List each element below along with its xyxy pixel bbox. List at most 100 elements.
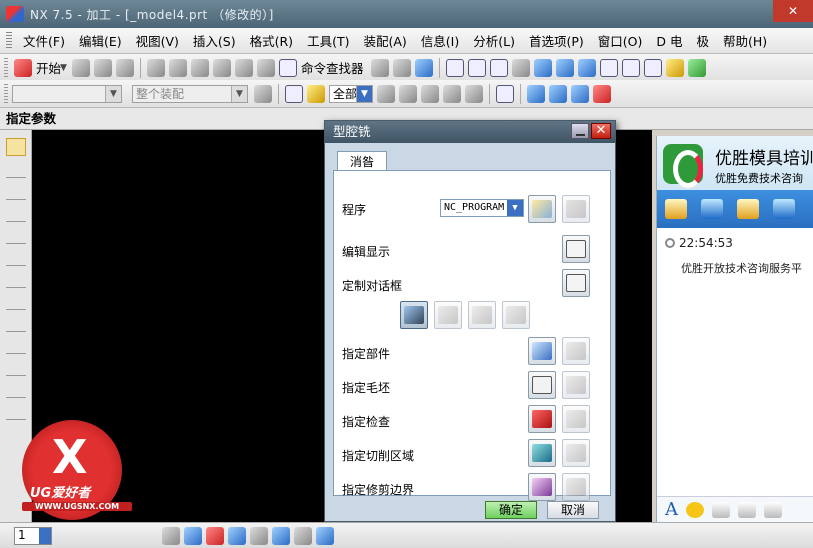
program-select[interactable]: NC_PROGRAM ▼ [440,199,524,217]
new-file-icon[interactable] [71,58,90,77]
wireframe-icon[interactable] [600,58,619,77]
axis-tool-icon[interactable] [5,182,26,200]
toolbar-grip-icon[interactable] [4,83,8,104]
dialog-close-button[interactable]: ✕ [591,123,611,139]
corner-tool-icon[interactable] [5,358,26,376]
command-finder-button[interactable]: 命令查找器 [301,58,364,77]
copy-icon[interactable] [168,58,187,77]
top-view-icon[interactable] [578,58,597,77]
selection-icon[interactable] [415,58,434,77]
window-close-button[interactable]: ✕ [773,0,813,22]
rotate-icon[interactable] [512,58,531,77]
extend-tool-icon[interactable] [5,380,26,398]
menu-preferences[interactable]: 首选项(P) [522,31,591,50]
part-display-button[interactable] [562,337,590,365]
menu-help[interactable]: 帮助(H) [716,31,774,50]
line-tool-icon[interactable] [5,160,26,178]
bottom-tool-icon[interactable] [250,526,268,545]
arc-tool-icon[interactable] [5,314,26,332]
chat-transfer-icon[interactable] [701,199,723,219]
layer-settings-icon[interactable] [393,58,412,77]
edit-object-icon[interactable] [371,58,390,77]
spline-tool-icon[interactable] [5,336,26,354]
menu-information[interactable]: 信息(I) [414,31,466,50]
parallel-tool-icon[interactable] [5,204,26,222]
check-display-button[interactable] [562,405,590,433]
method-group-button[interactable] [468,301,496,329]
menu-insert[interactable]: 插入(S) [186,31,243,50]
select-tool-icon[interactable] [5,138,26,156]
bottom-tool-icon[interactable] [228,526,246,545]
hidden-edge-icon[interactable] [622,58,641,77]
menu-grip-icon[interactable] [6,31,12,50]
menu-file[interactable]: 文件(F) [16,31,72,50]
trim-boundary-display-button[interactable] [562,473,590,501]
bottom-tool-icon[interactable] [162,526,180,545]
zoom-icon[interactable] [468,58,487,77]
bottom-tool-icon[interactable] [316,526,334,545]
image-icon[interactable] [738,501,756,518]
menu-edit[interactable]: 编辑(E) [72,31,129,50]
menu-pole[interactable]: 极 [689,31,716,50]
specify-trim-boundary-button[interactable] [528,473,556,501]
filter-reset-icon[interactable] [254,84,272,103]
component-rule-icon[interactable] [465,84,483,103]
cancel-button[interactable]: 取消 [547,501,599,519]
feature-rule-icon[interactable] [443,84,461,103]
chevron-down-icon[interactable]: ▼ [507,200,523,216]
curve-rule-icon[interactable] [377,84,395,103]
menu-view[interactable]: 视图(V) [129,31,186,50]
ok-button[interactable]: 确定 [485,501,537,519]
front-view-icon[interactable] [556,58,575,77]
emoji-icon[interactable] [686,501,704,518]
menu-format[interactable]: 格式(R) [243,31,300,50]
menu-window[interactable]: 窗口(O) [591,31,650,50]
start-button[interactable]: 开始 [36,58,61,77]
edge-filter-icon[interactable] [571,84,589,103]
specify-blank-button[interactable] [528,371,556,399]
geometry-group-button[interactable] [400,301,428,329]
open-file-icon[interactable] [93,58,112,77]
menu-tools[interactable]: 工具(T) [300,31,356,50]
start-dropdown-icon[interactable]: ▼ [60,63,67,73]
specify-cut-area-button[interactable] [528,439,556,467]
program-group-button[interactable] [502,301,530,329]
bottom-tool-icon[interactable] [184,526,202,545]
chevron-down-icon[interactable]: ▼ [231,85,247,102]
dialog-minimize-button[interactable] [571,123,589,139]
font-icon[interactable]: A [665,499,678,520]
redo-icon[interactable] [256,58,275,77]
trim-tool-icon[interactable] [5,226,26,244]
paste-icon[interactable] [190,58,209,77]
highlight-icon[interactable] [593,84,611,103]
edit-program-button[interactable] [562,195,590,223]
type-filter-combo[interactable]: ▼ [12,84,122,103]
snap-combo[interactable]: 全部 ▼ [329,84,373,103]
chat-user-icon[interactable] [773,199,795,219]
measure-tool-icon[interactable] [5,402,26,420]
curve-tool-icon[interactable] [5,270,26,288]
blank-display-button[interactable] [562,371,590,399]
save-icon[interactable] [115,58,134,77]
box-select-icon[interactable] [496,84,514,103]
bottom-tool-icon[interactable] [294,526,312,545]
render-icon[interactable] [666,58,685,77]
screen-share-icon[interactable] [764,501,782,518]
custom-dialog-button[interactable] [562,269,590,297]
chevron-down-icon[interactable]: ▼ [105,85,121,102]
menu-assembly[interactable]: 装配(A) [356,31,413,50]
body-rule-icon[interactable] [421,84,439,103]
specify-check-button[interactable] [528,405,556,433]
face-rule-icon[interactable] [399,84,417,103]
pan-icon[interactable] [490,58,509,77]
new-program-button[interactable] [528,195,556,223]
fit-view-icon[interactable] [446,58,465,77]
toolbar-grip-icon[interactable] [4,57,8,78]
chat-home-icon[interactable] [737,199,759,219]
snap-settings-icon[interactable] [307,84,325,103]
sheet-filter-icon[interactable] [549,84,567,103]
bottom-tool-icon[interactable] [272,526,290,545]
offset-tool-icon[interactable] [5,292,26,310]
selection-scope-combo[interactable]: 整个装配 ▼ [132,84,248,103]
screenshot-icon[interactable] [712,501,730,518]
